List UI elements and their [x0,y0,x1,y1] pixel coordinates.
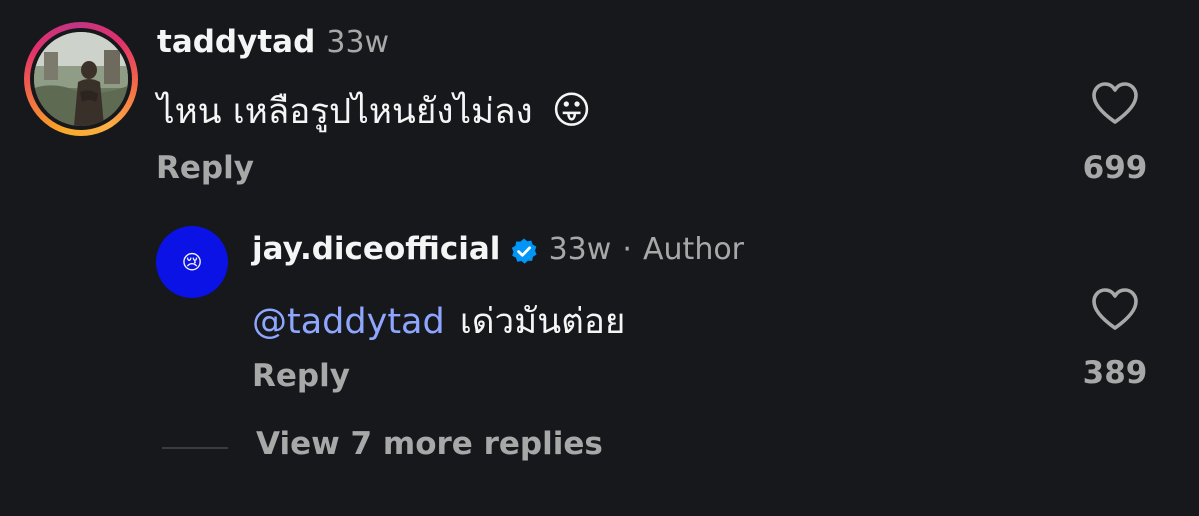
crying-face-emoji: 😢 [181,250,203,274]
thread-divider [162,447,228,449]
comment-header: taddytad 33w [157,24,389,60]
author-label: Author [643,232,745,267]
verified-badge-icon [512,238,538,264]
timestamp: 33w [548,232,612,267]
username[interactable]: jay.diceofficial [252,231,500,267]
avatar-jay-diceofficial[interactable]: 😢 [156,226,228,298]
timestamp: 33w [326,25,390,60]
avatar-photo [34,32,128,126]
like-button[interactable] [1090,80,1140,130]
like-count: 699 [1082,150,1148,186]
reply-text: เด่วมันต่อย [459,302,626,342]
like-button[interactable] [1090,286,1140,336]
reply-button[interactable]: Reply [252,358,350,394]
reply-button[interactable]: Reply [156,150,254,186]
heart-outline-icon [1092,82,1138,124]
view-more-replies-button[interactable]: View 7 more replies [256,426,603,462]
comments-panel: taddytad 33w ไหน เหลือรูปไหนยังไม่ลง 😛 R… [0,0,1199,516]
username[interactable]: taddytad [157,24,315,60]
reply-body: @taddytad เด่วมันต่อย [252,294,625,349]
avatar-taddytad[interactable] [34,32,128,126]
comment-body: ไหน เหลือรูปไหนยังไม่ลง 😛 [157,84,591,139]
like-count: 389 [1082,355,1148,391]
reply-header: jay.diceofficial 33w · Author [252,231,744,267]
tongue-emoji: 😛 [551,88,592,132]
comment-text: ไหน เหลือรูปไหนยังไม่ลง [157,92,533,132]
meta-separator: · [622,232,632,267]
heart-outline-icon [1092,288,1138,330]
mention-link[interactable]: @taddytad [252,302,445,342]
